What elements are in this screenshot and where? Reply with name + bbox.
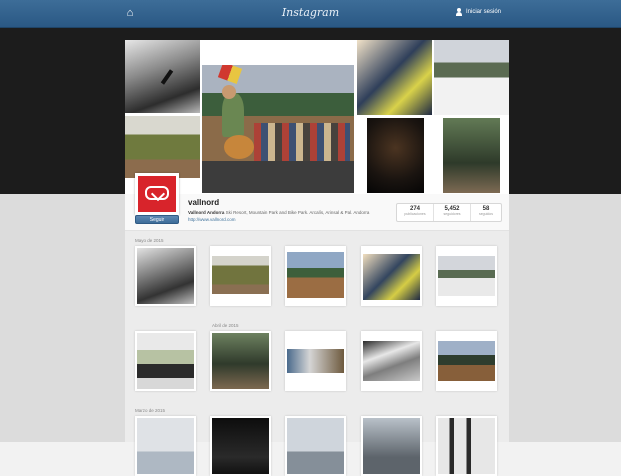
photo-thumbnail[interactable] xyxy=(436,246,497,306)
profile-bio-text: Ski Resort, Mountain Park and Bike Park.… xyxy=(225,210,370,215)
stat-label: seguidores xyxy=(443,212,461,216)
stat-label: publicaciones xyxy=(404,212,426,216)
photo-thumbnail[interactable] xyxy=(135,246,196,306)
photo-thumbnail[interactable] xyxy=(436,331,497,391)
month-heading: Abril de 2015 xyxy=(212,323,239,328)
mosaic-photo[interactable] xyxy=(125,116,200,178)
flag-graphic xyxy=(217,65,243,84)
profile-website-link[interactable]: http://www.vallnord.com xyxy=(188,217,236,222)
header-photo-mosaic xyxy=(125,40,509,194)
mosaic-photo[interactable] xyxy=(357,40,432,115)
photo-thumbnail[interactable] xyxy=(436,416,497,476)
month-heading: Marzo de 2015 xyxy=(135,408,166,413)
stat-followers[interactable]: 5,452 seguidores xyxy=(434,204,471,221)
avatar[interactable] xyxy=(135,173,179,215)
photo-thumbnail[interactable] xyxy=(285,331,346,391)
mosaic-photo-featured[interactable] xyxy=(202,65,354,193)
photo-thumbnail[interactable] xyxy=(285,416,346,476)
photo-thumbnail[interactable] xyxy=(361,331,422,391)
guitarist-figure xyxy=(222,93,244,137)
guitarist-head xyxy=(222,85,236,99)
stat-label: seguidos xyxy=(478,212,493,216)
instagram-logo[interactable]: Instagram xyxy=(0,6,621,19)
vallnord-logo-icon xyxy=(138,176,176,212)
photo-thumbnail[interactable] xyxy=(361,246,422,306)
mosaic-photo[interactable] xyxy=(367,118,424,193)
photo-thumbnail[interactable] xyxy=(210,331,271,391)
photo-thumbnail[interactable] xyxy=(135,331,196,391)
photo-thumbnail[interactable] xyxy=(135,416,196,476)
mosaic-photo[interactable] xyxy=(443,118,500,193)
top-navigation-bar: ⌂ Instagram Iniciar sesión xyxy=(0,0,621,28)
photo-thumbnail[interactable] xyxy=(210,246,271,306)
profile-display-name: Vallnord Andorra xyxy=(188,210,225,215)
guitar-graphic xyxy=(224,135,254,159)
mosaic-photo[interactable] xyxy=(434,40,509,115)
month-heading: Mayo de 2015 xyxy=(135,238,164,243)
stat-following[interactable]: 58 seguidos xyxy=(471,204,501,221)
login-label: Iniciar sesión xyxy=(465,9,501,15)
profile-username: vallnord xyxy=(188,198,220,207)
profile-stats: 274 publicaciones 5,452 seguidores 58 se… xyxy=(396,203,502,222)
mosaic-photo[interactable] xyxy=(125,40,200,113)
photo-thumbnail[interactable] xyxy=(210,416,271,476)
stat-posts[interactable]: 274 publicaciones xyxy=(397,204,434,221)
photo-thumbnail[interactable] xyxy=(361,416,422,476)
photo-grid: Mayo de 2015 Abril de 2015 Marzo de 2015 xyxy=(125,231,509,476)
user-icon xyxy=(455,8,462,16)
profile-bio: Vallnord Andorra Ski Resort, Mountain Pa… xyxy=(188,210,403,215)
crowd-graphic xyxy=(254,123,350,161)
photo-thumbnail[interactable] xyxy=(285,246,346,306)
vallnord-banner-logo xyxy=(135,65,190,95)
follow-button[interactable]: Seguir xyxy=(135,215,179,224)
login-link[interactable]: Iniciar sesión xyxy=(455,8,501,16)
